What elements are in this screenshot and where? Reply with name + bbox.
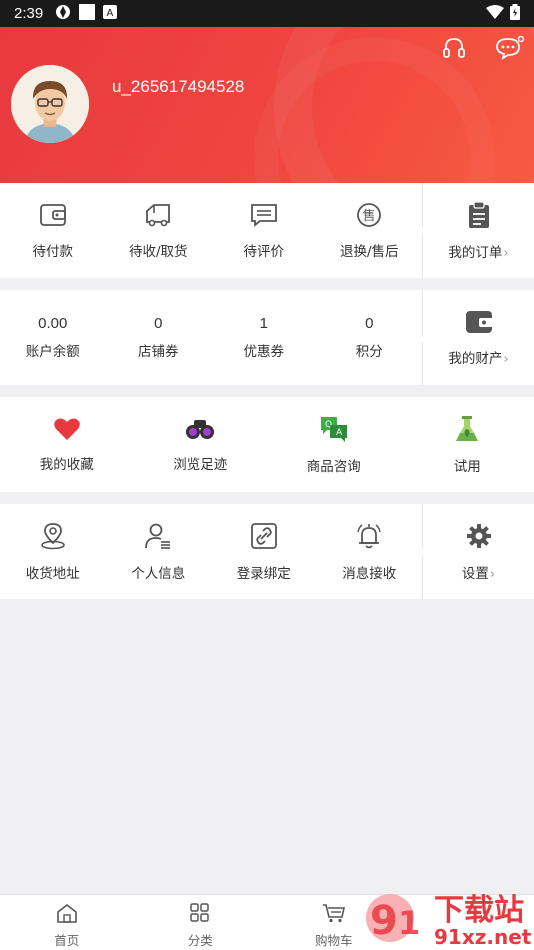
order-after-sale[interactable]: 售 退换/售后: [317, 183, 423, 278]
settings-label: 设置: [462, 562, 495, 582]
tab-home[interactable]: 首页: [0, 895, 134, 950]
order-pending-receipt[interactable]: 待收/取货: [106, 183, 212, 278]
svg-text:A: A: [336, 428, 343, 438]
svg-text:1: 1: [398, 904, 420, 942]
home-icon: [56, 903, 78, 927]
svg-text:9: 9: [370, 898, 398, 944]
profile-header: u_265617494528: [0, 27, 534, 183]
tab-label: 购物车: [314, 933, 353, 948]
asset-label: 优惠券: [243, 344, 285, 360]
asset-balance[interactable]: 0.00 账户余额: [0, 290, 106, 385]
flask-icon: [454, 415, 480, 447]
asset-label: 账户余额: [25, 344, 80, 360]
heart-icon: [53, 417, 81, 445]
order-label: 退换/售后: [339, 243, 399, 260]
status-time: 2:39: [14, 5, 44, 22]
asset-value: 0: [154, 315, 163, 332]
order-pending-review[interactable]: 待评价: [211, 183, 317, 278]
service-profile[interactable]: 个人信息: [106, 504, 212, 599]
location-icon: [39, 522, 67, 554]
qa-icon: QA: [319, 415, 349, 447]
user-info-icon: [144, 522, 172, 554]
my-orders-label: 我的订单: [448, 241, 508, 261]
notification-square-icon: [79, 3, 96, 24]
assets-card: 0.00 账户余额 0 店铺券 1 优惠券 0 积分 我的财产: [0, 290, 534, 385]
battery-icon: [510, 3, 520, 24]
asset-coupon[interactable]: 1 优惠券: [211, 290, 317, 385]
asset-value: 0.00: [38, 315, 68, 332]
tab-category[interactable]: 分类: [134, 895, 268, 950]
watermark-domain: 91xz.net: [434, 925, 532, 949]
service-notifications[interactable]: 消息接收: [317, 504, 423, 599]
asset-store-coupon[interactable]: 0 店铺券: [106, 290, 212, 385]
feature-label: 我的收藏: [39, 456, 94, 473]
feature-history[interactable]: 浏览足迹: [134, 397, 268, 492]
service-label: 个人信息: [131, 565, 186, 582]
clipboard-icon: [467, 200, 491, 233]
binoculars-icon: [185, 417, 215, 445]
feature-label: 试用: [453, 458, 481, 475]
after-sale-icon: 售: [355, 202, 383, 232]
message-icon[interactable]: [495, 35, 525, 65]
features-card: 我的收藏 浏览足迹 QA 商品咨询 试用: [0, 397, 534, 492]
services-card: 收货地址 个人信息 登录绑定 消息接收 设置: [0, 504, 534, 599]
wallet-icon: [39, 202, 67, 232]
avatar[interactable]: [11, 65, 89, 143]
username: u_265617494528: [112, 77, 245, 96]
tab-label: 分类: [187, 933, 213, 948]
category-icon: [189, 903, 211, 927]
watermark-logo: 9 1 下载站 91xz.net: [360, 888, 534, 950]
service-label: 收货地址: [25, 565, 80, 582]
asset-value: 1: [259, 315, 268, 332]
svg-text:售: 售: [363, 208, 376, 224]
vpn-icon: [55, 4, 71, 24]
service-address[interactable]: 收货地址: [0, 504, 106, 599]
service-label: 登录绑定: [236, 565, 291, 582]
feature-favorites[interactable]: 我的收藏: [0, 397, 134, 492]
purse-icon: [465, 309, 493, 339]
settings-button[interactable]: 设置: [419, 504, 534, 599]
feature-trial[interactable]: 试用: [401, 397, 534, 492]
wifi-icon: [486, 4, 504, 23]
comment-icon: [250, 202, 278, 232]
watermark-title: 下载站: [434, 893, 524, 928]
order-label: 待评价: [243, 243, 285, 260]
feature-consult[interactable]: QA 商品咨询: [267, 397, 401, 492]
asset-label: 积分: [355, 344, 383, 360]
asset-value: 0: [365, 315, 374, 332]
order-label: 待收/取货: [128, 243, 188, 260]
truck-icon: [144, 202, 172, 232]
feature-label: 浏览足迹: [173, 456, 228, 473]
link-icon: [250, 522, 278, 554]
order-label: 待付款: [32, 243, 74, 260]
my-assets-label: 我的财产: [448, 347, 508, 367]
orders-card: 待付款 待收/取货 待评价 售 退换/售后 我的订单: [0, 183, 534, 278]
status-bar: 2:39 A: [0, 0, 534, 27]
svg-text:A: A: [107, 8, 114, 19]
order-pending-payment[interactable]: 待付款: [0, 183, 106, 278]
tab-label: 首页: [54, 933, 80, 948]
my-assets-button[interactable]: 我的财产: [419, 290, 534, 385]
service-login-binding[interactable]: 登录绑定: [211, 504, 317, 599]
feature-label: 商品咨询: [306, 458, 361, 475]
service-label: 消息接收: [342, 565, 397, 582]
headset-icon[interactable]: [441, 35, 467, 65]
bell-icon: [355, 522, 383, 554]
asset-label: 店铺券: [138, 344, 179, 360]
gear-icon: [465, 522, 493, 554]
asset-points[interactable]: 0 积分: [317, 290, 423, 385]
app-a-icon: A: [103, 4, 118, 23]
my-orders-button[interactable]: 我的订单: [419, 183, 534, 278]
cart-icon: [322, 903, 346, 927]
